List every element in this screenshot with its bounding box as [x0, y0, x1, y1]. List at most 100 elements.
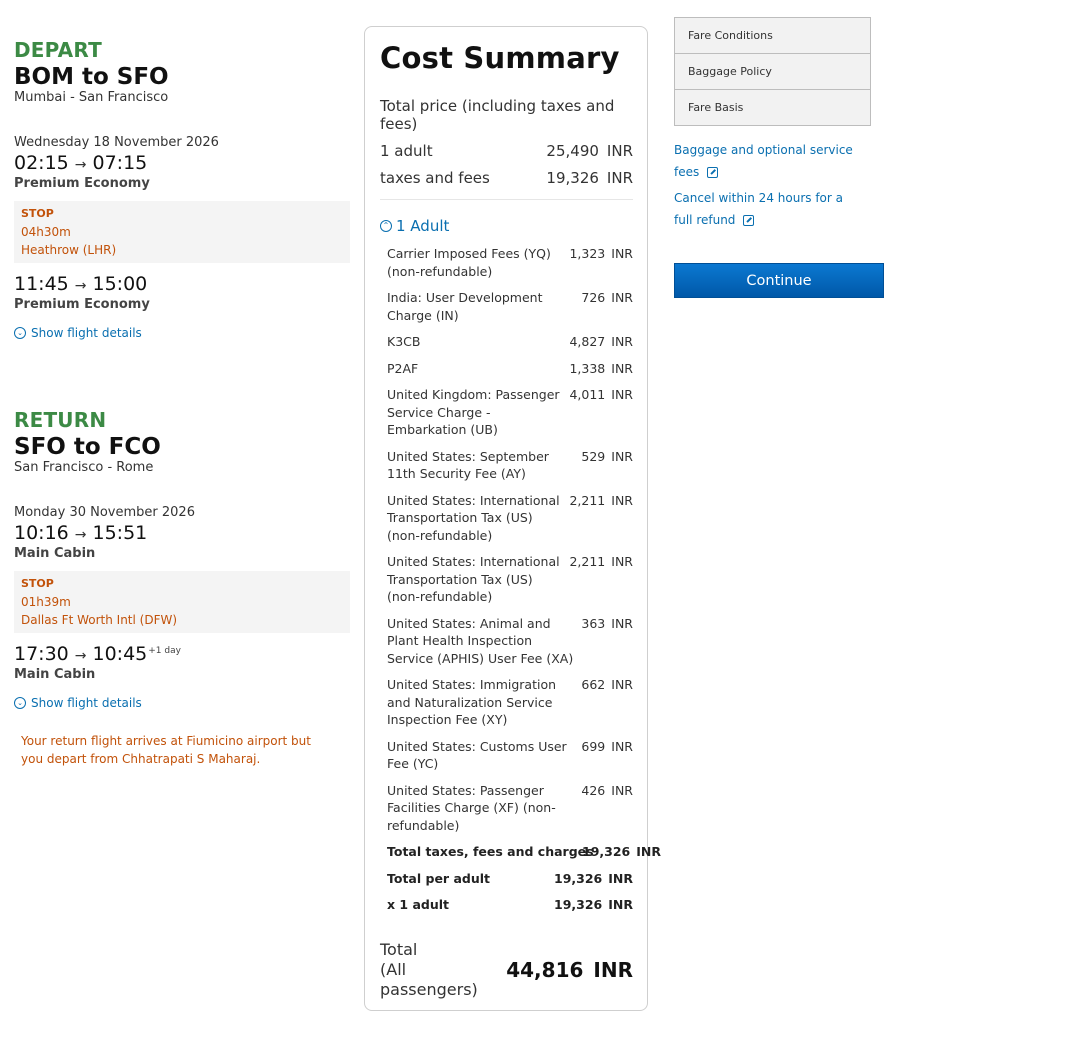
currency-label: INR	[611, 782, 633, 798]
fee-amount: 1,323 INR	[569, 245, 633, 280]
fee-amount: 2,211 INR	[569, 553, 633, 606]
fee-value: 2,211	[569, 492, 606, 508]
x-adult-label: x 1 adult	[387, 897, 450, 912]
adult-fare-amount: 25,490 INR	[546, 142, 633, 160]
arrow-right-icon: →	[74, 527, 87, 543]
grand-total-label: Total (All passengers)	[380, 940, 506, 1000]
fee-name: Carrier Imposed Fees (YQ) (non-refundabl…	[387, 246, 551, 279]
depart-show-details-link[interactable]: ⌄ Show flight details	[14, 326, 350, 340]
currency-label: INR	[611, 246, 633, 261]
depart-seg1-dep: 02:15	[14, 152, 69, 174]
baggage-fees-link[interactable]: Baggage and optional service fees	[674, 139, 864, 183]
depart-seg1-cabin: Premium Economy	[14, 176, 150, 191]
depart-date: Wednesday 18 November 2026	[14, 135, 219, 150]
fee-row: United States: Passenger Facilities Char…	[387, 782, 633, 835]
airport-mismatch-warning: Your return flight arrives at Fiumicino …	[21, 734, 311, 766]
tab-baggage-policy[interactable]: Baggage Policy	[675, 54, 870, 90]
arrow-right-icon: →	[74, 648, 87, 664]
baggage-fees-link-label: Baggage and optional service fees	[674, 143, 853, 179]
total-per-adult-label: Total per adult	[387, 870, 490, 886]
fee-amount: 4,011 INR	[569, 386, 633, 439]
fee-name: United States: Animal and Plant Health I…	[387, 615, 574, 666]
fee-row: K3CB 4,827 INR	[387, 333, 633, 351]
fee-name: United States: September 11th Security F…	[387, 448, 549, 482]
currency-label: INR	[611, 738, 633, 754]
depart-seg2-dep: 11:45	[14, 273, 69, 295]
fee-row: Carrier Imposed Fees (YQ) (non-refundabl…	[387, 245, 633, 280]
fee-name: P2AF	[387, 360, 419, 376]
currency-label: INR	[611, 677, 633, 692]
grand-total-label-line1: Total	[380, 939, 418, 959]
total-taxes-label: Total taxes, fees and charges	[387, 844, 594, 859]
grand-total-amount: 44,816 INR	[506, 958, 633, 982]
currency-label: INR	[593, 957, 633, 982]
grand-total-label-line2: (All passengers)	[380, 959, 478, 999]
stop-duration: 01h39m	[21, 595, 71, 609]
fee-name: United States: International Transportat…	[387, 554, 560, 604]
fee-amount: 529 INR	[581, 448, 633, 483]
stop-duration: 04h30m	[21, 225, 71, 239]
fee-name: United States: Immigration and Naturaliz…	[387, 677, 557, 727]
adult-breakdown-toggle[interactable]: ⌃ 1 Adult	[380, 217, 633, 235]
continue-button[interactable]: Continue	[674, 263, 884, 298]
fee-row: United States: Animal and Plant Health I…	[387, 615, 633, 668]
fee-name: United States: International Transportat…	[387, 492, 560, 543]
fee-value: 1,323	[569, 246, 606, 261]
fee-row: P2AF 1,338 INR	[387, 360, 633, 378]
arrow-right-icon: →	[74, 157, 87, 173]
stop-airport: Dallas Ft Worth Intl (DFW)	[21, 613, 178, 627]
arrow-right-icon: →	[74, 278, 87, 294]
currency-label: INR	[608, 870, 633, 886]
depart-section: DEPART BOM to SFO Mumbai - San Francisco…	[14, 38, 350, 340]
tab-fare-basis[interactable]: Fare Basis	[675, 90, 870, 125]
total-per-adult-row: Total per adult 19,326 INR	[387, 870, 633, 888]
fee-row: United States: Customs User Fee (YC) 699 I…	[387, 738, 633, 773]
fee-row: United Kingdom: Passenger Service Charge…	[387, 386, 633, 439]
fee-name: United States: Passenger Facilities Char…	[387, 782, 556, 833]
fee-value: 662	[581, 677, 606, 692]
return-seg2-arr-time: 10:45	[92, 643, 148, 665]
total-per-adult-amount: 19,326 INR	[554, 870, 633, 888]
external-link-icon	[707, 167, 719, 178]
currency-label: INR	[611, 360, 633, 376]
fee-value: 699	[581, 738, 606, 754]
total-taxes-amount: 19,326 INR	[582, 843, 661, 861]
fee-amount: 726 INR	[581, 289, 633, 324]
currency-label: INR	[611, 554, 633, 569]
fee-amount: 2,211 INR	[569, 492, 633, 545]
depart-route: BOM to SFO	[14, 64, 169, 90]
grand-total-row: Total (All passengers) 44,816 INR	[380, 940, 633, 1000]
return-show-details-link[interactable]: ⌄ Show flight details	[14, 696, 350, 710]
cancel-refund-link[interactable]: Cancel within 24 hours for a full refund	[674, 187, 864, 231]
chevron-down-icon: ⌄	[14, 697, 26, 709]
adult-fare-value: 25,490	[546, 142, 599, 160]
return-date: Monday 30 November 2026	[14, 505, 195, 520]
currency-label: INR	[606, 169, 633, 187]
fee-name: United States: Customs User Fee (YC)	[387, 738, 567, 772]
fee-value: 4,011	[569, 387, 606, 402]
next-day-badge: +1 day	[148, 645, 181, 656]
divider	[380, 199, 633, 200]
cancel-refund-link-label: Cancel within 24 hours for a full refund	[674, 191, 843, 227]
x-adult-amount: 19,326 INR	[554, 896, 633, 914]
depart-cities: Mumbai - San Francisco	[14, 90, 169, 105]
fee-name: K3CB	[387, 334, 421, 349]
fee-amount: 662 INR	[581, 676, 633, 729]
adult-fare-label: 1 adult	[380, 142, 433, 160]
return-seg2-arr: 10:45+1 day	[93, 643, 181, 665]
currency-label: INR	[611, 387, 633, 402]
tab-fare-conditions[interactable]: Fare Conditions	[675, 18, 870, 54]
fee-row: United States: Immigration and Naturaliz…	[387, 676, 633, 729]
return-seg1-dep: 10:16	[14, 522, 69, 544]
fee-value: 363	[581, 615, 606, 631]
depart-seg1-times: 02:15 → 07:15	[14, 152, 350, 174]
fee-value: 2,211	[569, 554, 606, 569]
fee-name: United Kingdom: Passenger Service Charge…	[387, 387, 560, 437]
fee-amount: 363 INR	[581, 615, 633, 668]
fee-row: United States: International Transportat…	[387, 492, 633, 545]
depart-seg2-cabin: Premium Economy	[14, 297, 150, 312]
x-adult-row: x 1 adult 19,326 INR	[387, 896, 633, 914]
fee-row: India: User Development Charge (IN) 726 IN…	[387, 289, 633, 324]
return-seg1-cabin: Main Cabin	[14, 546, 96, 561]
fee-row: United States: September 11th Security F…	[387, 448, 633, 483]
